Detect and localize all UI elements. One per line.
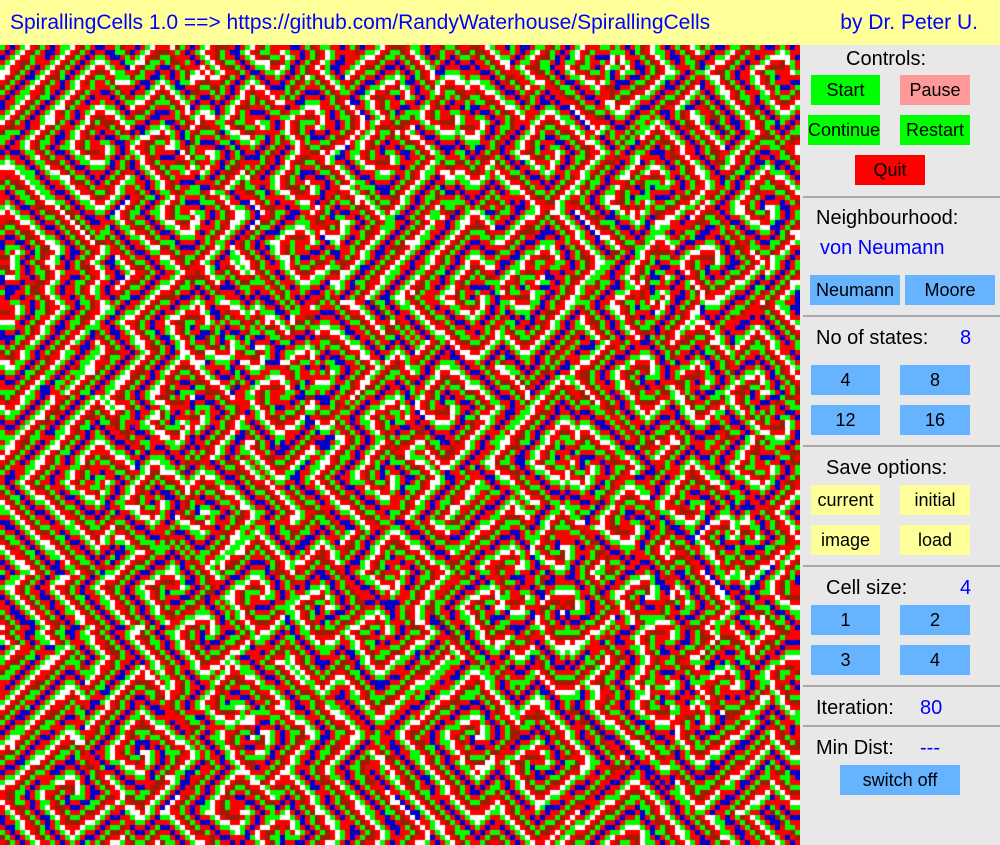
cellsize-4-button[interactable]: 4	[900, 645, 970, 675]
cell-grid-canvas[interactable]	[0, 45, 800, 845]
save-header: Save options:	[826, 457, 948, 479]
neumann-button[interactable]: Neumann	[810, 275, 900, 305]
neighbourhood-header: Neighbourhood:	[816, 207, 959, 229]
save-current-button[interactable]: current	[811, 485, 880, 515]
neighbourhood-value: von Neumann	[820, 237, 945, 259]
author-credit: by Dr. Peter U.	[840, 11, 978, 34]
mindist-value: ---	[920, 737, 940, 759]
states-4-button[interactable]: 4	[811, 365, 880, 395]
cellsize-1-button[interactable]: 1	[811, 605, 880, 635]
divider	[803, 685, 1000, 687]
switch-off-button[interactable]: switch off	[840, 765, 960, 795]
divider	[803, 315, 1000, 317]
controls-header: Controls:	[846, 48, 927, 70]
iteration-label: Iteration:	[816, 697, 894, 719]
states-header: No of states:	[816, 327, 929, 349]
title-bar: SpirallingCells 1.0 ==> https://github.c…	[0, 0, 1000, 45]
states-16-button[interactable]: 16	[900, 405, 970, 435]
cellsize-3-button[interactable]: 3	[811, 645, 880, 675]
app-title: SpirallingCells 1.0 ==> https://github.c…	[10, 11, 711, 34]
save-initial-button[interactable]: initial	[900, 485, 970, 515]
mindist-label: Min Dist:	[816, 737, 894, 759]
states-8-button[interactable]: 8	[900, 365, 970, 395]
divider	[803, 565, 1000, 567]
continue-button[interactable]: Continue	[808, 115, 880, 145]
save-image-button[interactable]: image	[811, 525, 880, 555]
start-button[interactable]: Start	[811, 75, 880, 105]
quit-button[interactable]: Quit	[855, 155, 925, 185]
cellsize-value: 4	[960, 577, 972, 599]
divider	[803, 445, 1000, 447]
cellsize-2-button[interactable]: 2	[900, 605, 970, 635]
pause-button[interactable]: Pause	[900, 75, 970, 105]
restart-button[interactable]: Restart	[900, 115, 970, 145]
cellsize-header: Cell size:	[826, 577, 908, 599]
states-value: 8	[960, 327, 972, 349]
divider	[803, 196, 1000, 198]
iteration-value: 80	[920, 697, 943, 719]
divider	[803, 725, 1000, 727]
moore-button[interactable]: Moore	[905, 275, 995, 305]
load-button[interactable]: load	[900, 525, 970, 555]
states-12-button[interactable]: 12	[811, 405, 880, 435]
